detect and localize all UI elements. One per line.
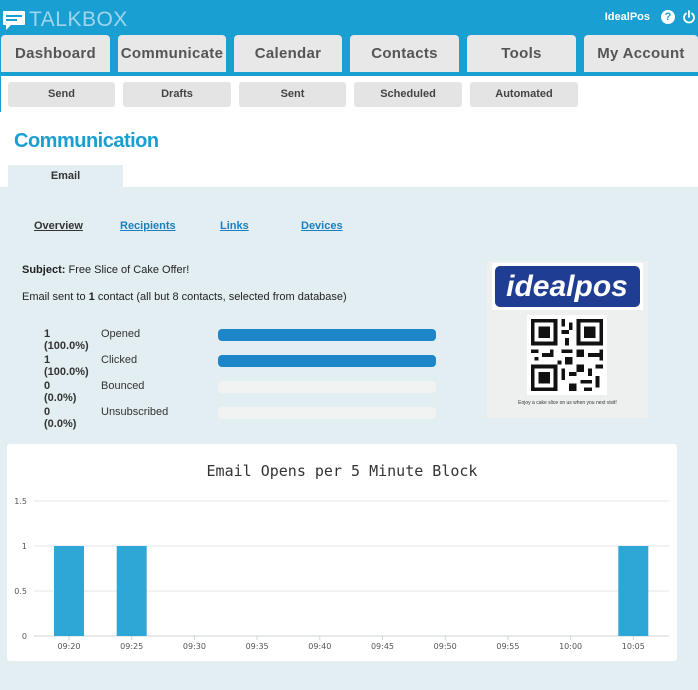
tab-calendar[interactable]: Calendar	[234, 35, 342, 72]
idealpos-logo: idealpos	[492, 263, 643, 310]
x-tick-label: 10:00	[559, 642, 582, 651]
subnav-devices[interactable]: Devices	[301, 220, 343, 232]
x-tick-label: 09:20	[57, 642, 80, 651]
tab-dashboard[interactable]: Dashboard	[1, 35, 110, 72]
subject-label: Subject:	[22, 264, 66, 276]
stat-label: Opened	[101, 328, 141, 340]
chart-panel: Email Opens per 5 Minute Block 0 0.5 1 1.5 0…	[7, 444, 677, 661]
tab-contacts[interactable]: Contacts	[350, 35, 459, 72]
subtab-automated[interactable]: Automated	[470, 82, 578, 107]
sent-suffix: contact (all but 8 contacts, selected fr…	[97, 291, 347, 303]
subnav-overview[interactable]: Overview	[34, 220, 83, 232]
sent-prefix: Email sent to	[22, 291, 86, 303]
logo-text: idealpos	[506, 270, 628, 303]
subnav-links[interactable]: Links	[220, 220, 249, 232]
stat-count: 1 (100.0%)	[44, 328, 89, 352]
progress-fill	[218, 355, 436, 367]
subtab-send[interactable]: Send	[8, 82, 115, 107]
tab-tools[interactable]: Tools	[467, 35, 576, 72]
subtab-drafts[interactable]: Drafts	[123, 82, 231, 107]
preview-caption: Enjoy a cake slice on us when you next v…	[518, 400, 617, 406]
progress-track	[218, 329, 436, 341]
x-tick-label: 09:30	[183, 642, 206, 651]
brand-name: TALKBOX	[29, 8, 128, 31]
x-tick-label: 09:35	[246, 642, 269, 651]
subtab-sent[interactable]: Sent	[239, 82, 346, 107]
y-tick-label: 0	[22, 632, 27, 641]
x-tick-label: 09:55	[496, 642, 519, 651]
opens-bar-chart: 0 0.5 1 1.5 09:20 09:25 09:30 09:35 09:40 09:45 09…	[14, 497, 669, 651]
tab-my-account[interactable]: My Account	[584, 35, 698, 72]
y-tick-label: 1.5	[14, 497, 27, 506]
chat-bubble-icon	[3, 11, 25, 30]
y-tick-label: 0.5	[14, 587, 27, 596]
x-tick-label: 09:45	[371, 642, 394, 651]
stat-label: Clicked	[101, 354, 138, 366]
email-preview[interactable]: idealpos Enjoy a cake slice on us when y…	[487, 261, 648, 418]
progress-fill	[218, 329, 436, 341]
x-tick-label: 09:25	[120, 642, 143, 651]
subnav-recipients[interactable]: Recipients	[120, 220, 176, 232]
chart-bar	[116, 546, 147, 636]
tab-communicate[interactable]: Communicate	[118, 35, 226, 72]
subject-text: Free Slice of Cake Offer!	[68, 264, 190, 276]
x-tick-label: 09:40	[308, 642, 331, 651]
stat-label: Unsubscribed	[101, 406, 169, 418]
qr-code	[527, 315, 607, 395]
chart-bar	[618, 546, 649, 636]
progress-track	[218, 407, 436, 419]
page-title: Communication	[14, 130, 159, 152]
brand-logo[interactable]: TALKBOX	[0, 6, 128, 34]
stat-label: Bounced	[101, 380, 145, 392]
progress-track	[218, 381, 436, 393]
chart-bar	[54, 546, 84, 636]
subtab-scheduled[interactable]: Scheduled	[354, 82, 462, 107]
subject-line: Subject: Free Slice of Cake Offer!	[22, 264, 189, 276]
stat-count: 1 (100.0%)	[44, 354, 89, 378]
question-circle-icon[interactable]: ?	[661, 10, 675, 24]
y-tick-label: 1	[22, 542, 27, 551]
user-name[interactable]: IdealPos	[605, 11, 650, 23]
stat-count: 0 (0.0%)	[44, 380, 77, 404]
progress-track	[218, 355, 436, 367]
x-tick-label: 10:05	[622, 642, 645, 651]
stat-count: 0 (0.0%)	[44, 406, 77, 430]
sent-summary: Email sent to 1 contact (all but 8 conta…	[22, 291, 347, 303]
tab-email[interactable]: Email	[8, 165, 123, 187]
x-tick-label: 09:50	[434, 642, 457, 651]
sent-count: 1	[88, 291, 95, 303]
power-icon[interactable]	[682, 9, 696, 25]
